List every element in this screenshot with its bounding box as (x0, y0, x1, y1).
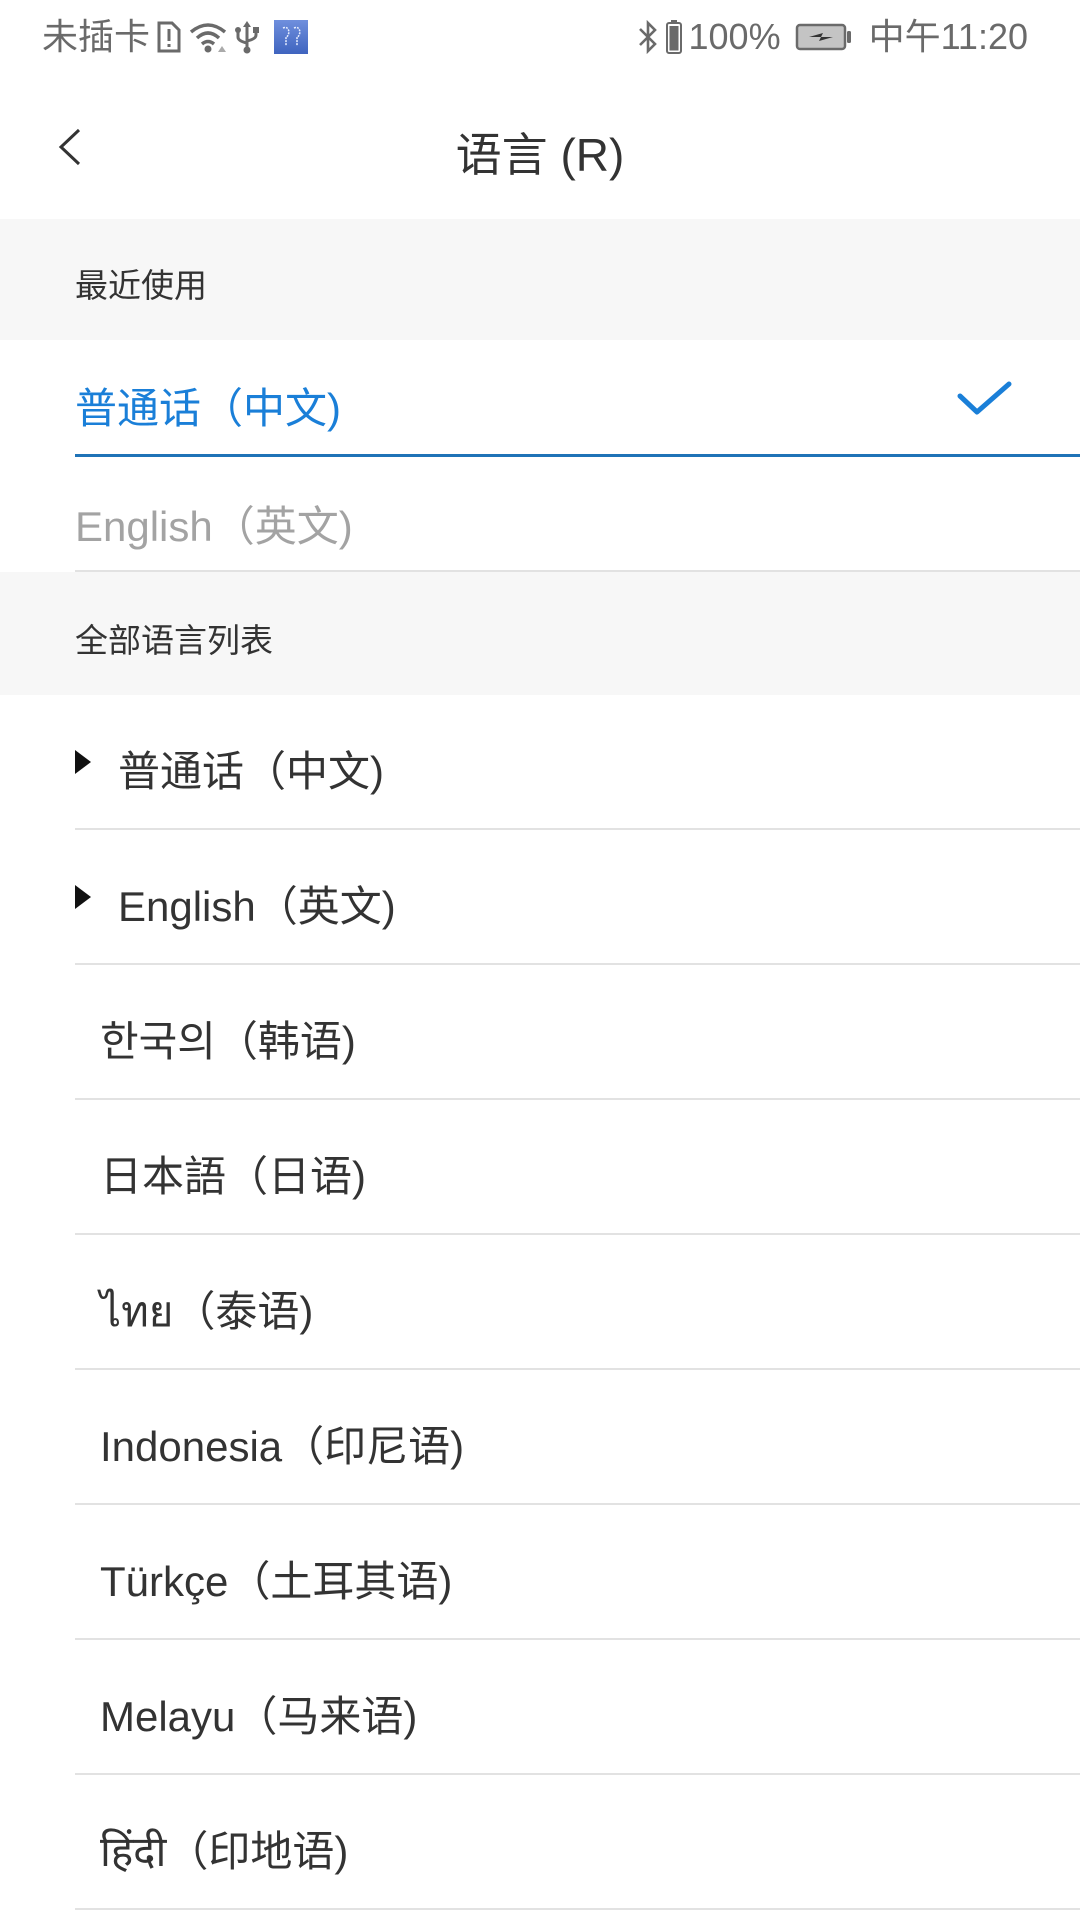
triangle-right-icon (75, 750, 91, 774)
language-label: हिंदी（印地语) (100, 1828, 349, 1875)
headset-battery-percent: 100% (688, 16, 781, 57)
bluetooth-icon (637, 20, 659, 54)
recent-language-label: English（英文) (75, 503, 353, 550)
usb-icon (234, 19, 260, 55)
language-item[interactable]: Indonesia（印尼语) (0, 1370, 1080, 1505)
language-item[interactable]: 한국의（韩语) (0, 965, 1080, 1100)
carrier-text: 未插卡 (42, 16, 151, 57)
app-notification-icon (274, 20, 309, 54)
section-header-all: 全部语言列表 (0, 572, 1080, 695)
clock: 中午11:20 (868, 16, 1028, 57)
checkmark-icon (955, 380, 1015, 427)
language-label: Indonesia（印尼语) (100, 1423, 465, 1470)
language-label: 日本語（日语) (100, 1153, 366, 1200)
language-item[interactable]: हिंदी（印地语) (0, 1775, 1080, 1910)
language-label: English（英文) (118, 883, 396, 930)
sim-alert-icon (156, 20, 182, 54)
language-label: Melayu（马来语) (100, 1693, 418, 1740)
status-bar: 未插卡 100% 中午11:20 (0, 0, 1080, 75)
triangle-right-icon (75, 885, 91, 909)
wifi-icon (188, 20, 228, 54)
status-bar-right: 100% 中午11:20 (637, 14, 1028, 60)
language-label: Türkçe（土耳其语) (100, 1558, 453, 1605)
language-item[interactable]: Türkçe（土耳其语) (0, 1505, 1080, 1640)
section-header-recent: 最近使用 (0, 219, 1080, 340)
recent-language-item-selected[interactable]: 普通话（中文) (0, 340, 1080, 457)
language-item[interactable]: 日本語（日语) (0, 1100, 1080, 1235)
language-label: 普通话（中文) (118, 748, 384, 795)
page-title: 语言 (R) (455, 129, 625, 181)
status-bar-left: 未插卡 (42, 14, 309, 60)
row-divider (75, 1908, 1080, 1910)
recent-language-item[interactable]: English（英文) (0, 457, 1080, 572)
headset-battery-icon (665, 19, 683, 55)
language-item[interactable]: English（英文) (0, 830, 1080, 965)
section-title-all: 全部语言列表 (75, 622, 273, 659)
recent-language-label: 普通话（中文) (75, 385, 341, 432)
language-item[interactable]: Melayu（马来语) (0, 1640, 1080, 1775)
language-item[interactable]: ไทย（泰语) (0, 1235, 1080, 1370)
language-label: ไทย（泰语) (100, 1288, 314, 1335)
language-label: 한국의（韩语) (100, 1018, 356, 1065)
app-header: 语言 (R) (0, 75, 1080, 218)
section-title-recent: 最近使用 (75, 267, 207, 304)
language-item[interactable]: 普通话（中文) (0, 695, 1080, 830)
battery-charging-icon (795, 21, 853, 53)
